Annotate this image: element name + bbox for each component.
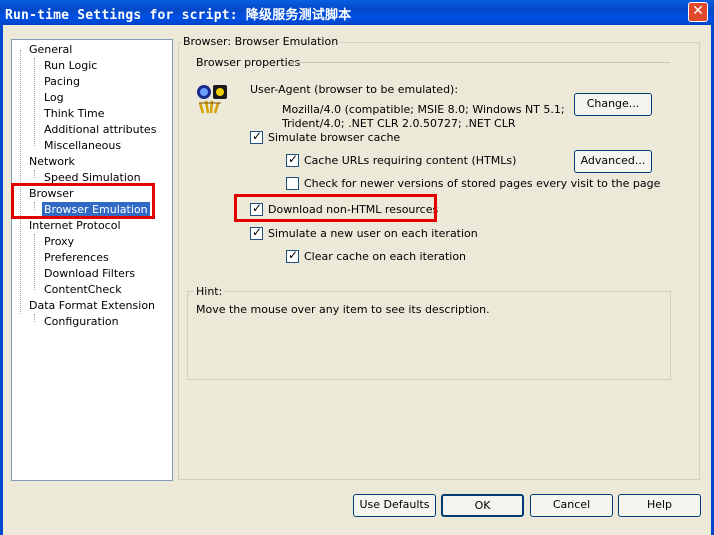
advanced-button[interactable]: Advanced... bbox=[574, 150, 652, 173]
check-mark-icon: ✓ bbox=[288, 152, 299, 166]
help-label: Help bbox=[646, 498, 673, 511]
tree-item-general[interactable]: General bbox=[27, 42, 74, 57]
simulate-cache-checkbox[interactable]: ✓ bbox=[250, 129, 263, 144]
simulate-cache-label[interactable]: Simulate browser cache bbox=[268, 131, 400, 144]
download-highlight-box bbox=[234, 194, 437, 222]
tree-item-proxy[interactable]: Proxy bbox=[42, 234, 76, 249]
tree-item-run-logic[interactable]: Run Logic bbox=[42, 58, 99, 73]
ok-label: OK bbox=[474, 499, 491, 512]
tree-item-configuration[interactable]: Configuration bbox=[42, 314, 121, 329]
use-defaults-button[interactable]: Use Defaults bbox=[353, 494, 436, 517]
tree-item-contentcheck[interactable]: ContentCheck bbox=[42, 282, 124, 297]
browser-emulation-icon bbox=[196, 83, 230, 115]
check-mark-icon: ✓ bbox=[252, 225, 263, 239]
cache-urls-label[interactable]: Cache URLs requiring content (HTMLs) bbox=[304, 154, 516, 167]
tree-item-preferences[interactable]: Preferences bbox=[42, 250, 111, 265]
cache-urls-checkbox[interactable]: ✓ bbox=[286, 152, 299, 167]
user-agent-line1: Mozilla/4.0 (compatible; MSIE 8.0; Windo… bbox=[282, 103, 565, 116]
clear-cache-label[interactable]: Clear cache on each iteration bbox=[304, 250, 466, 263]
tree-branch-internet bbox=[34, 234, 35, 290]
ok-button[interactable]: OK bbox=[441, 494, 524, 517]
group-title: Browser: Browser Emulation bbox=[181, 35, 341, 48]
tree-branch-data-format bbox=[34, 314, 35, 322]
check-newer-label[interactable]: Check for newer versions of stored pages… bbox=[304, 177, 660, 190]
tree-item-internet-protocol[interactable]: Internet Protocol bbox=[27, 218, 123, 233]
change-button-label: Change... bbox=[586, 97, 640, 110]
tree-item-download-filters[interactable]: Download Filters bbox=[42, 266, 137, 281]
settings-tree[interactable]: General Run Logic Pacing Log Think Time … bbox=[11, 39, 173, 481]
tree-branch-network bbox=[34, 170, 35, 178]
tree-item-pacing[interactable]: Pacing bbox=[42, 74, 82, 89]
section-divider bbox=[290, 62, 670, 63]
tree-item-log[interactable]: Log bbox=[42, 90, 66, 105]
clear-cache-checkbox[interactable]: ✓ bbox=[286, 248, 299, 263]
use-defaults-label: Use Defaults bbox=[359, 498, 430, 511]
tree-item-data-format-extension[interactable]: Data Format Extension bbox=[27, 298, 157, 313]
user-agent-line2: Trident/4.0; .NET CLR 2.0.50727; .NET CL… bbox=[282, 117, 516, 130]
cancel-button[interactable]: Cancel bbox=[530, 494, 613, 517]
advanced-button-label: Advanced... bbox=[580, 154, 646, 167]
help-button[interactable]: Help bbox=[618, 494, 701, 517]
simulate-new-user-checkbox[interactable]: ✓ bbox=[250, 225, 263, 240]
tree-item-think-time[interactable]: Think Time bbox=[42, 106, 107, 121]
cancel-label: Cancel bbox=[552, 498, 591, 511]
tree-item-additional-attributes[interactable]: Additional attributes bbox=[42, 122, 158, 137]
tree-item-miscellaneous[interactable]: Miscellaneous bbox=[42, 138, 123, 153]
window-title: Run-time Settings for script: 降级服务测试脚本 bbox=[5, 8, 352, 23]
change-button[interactable]: Change... bbox=[574, 93, 652, 116]
user-agent-label: User-Agent (browser to be emulated): bbox=[250, 83, 459, 96]
check-newer-checkbox[interactable] bbox=[286, 177, 299, 190]
hint-text: Move the mouse over any item to see its … bbox=[196, 303, 490, 316]
tree-item-network[interactable]: Network bbox=[27, 154, 77, 169]
hint-title: Hint: bbox=[194, 285, 225, 298]
tree-root-line bbox=[20, 50, 21, 314]
section-title: Browser properties bbox=[196, 56, 301, 69]
tree-branch-general bbox=[34, 58, 35, 146]
check-mark-icon: ✓ bbox=[288, 248, 299, 262]
check-mark-icon: ✓ bbox=[252, 129, 263, 143]
simulate-new-user-label[interactable]: Simulate a new user on each iteration bbox=[268, 227, 478, 240]
close-button[interactable]: ✕ bbox=[688, 2, 708, 22]
tree-highlight-box bbox=[11, 183, 155, 219]
